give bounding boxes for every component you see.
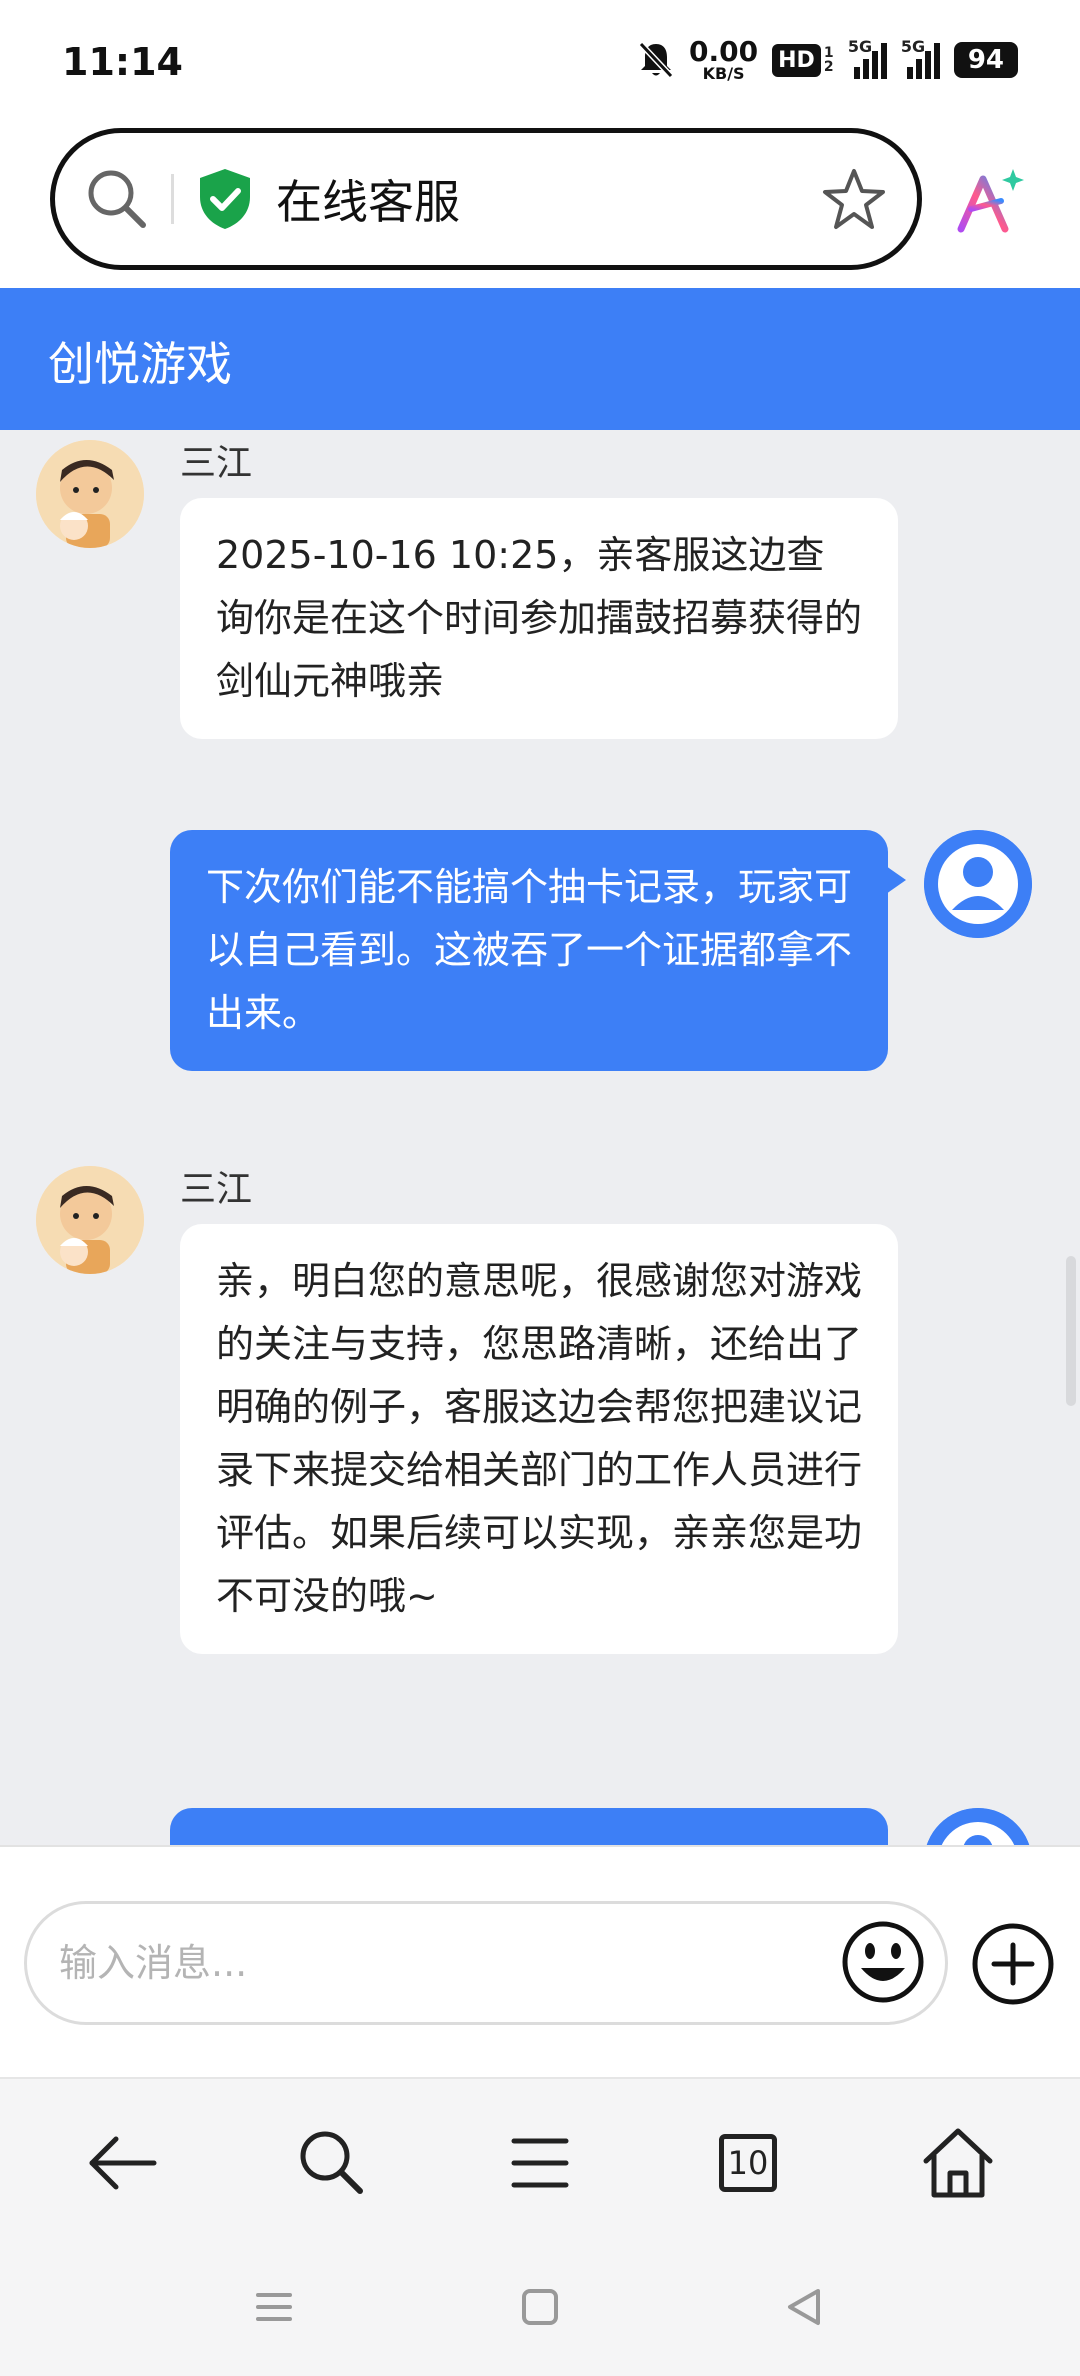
signal-icon-2: 5G <box>901 37 940 79</box>
network-speed-unit: KB/S <box>702 64 745 83</box>
signal-label-1: 5G <box>847 37 873 56</box>
chat-header: 创悦游戏 <box>0 288 1080 430</box>
mute-bell-icon <box>638 41 674 79</box>
sender-name: 三江 <box>180 1169 253 1210</box>
battery-indicator: 94 <box>953 42 1018 78</box>
emoji-icon[interactable] <box>839 1918 927 2006</box>
user-message-bubble <box>170 1808 906 1845</box>
tabs-count: 10 <box>719 2134 777 2192</box>
status-icons: 0.00 KB/S HD 1 2 5G 5G 94 <box>637 37 1018 82</box>
search-icon[interactable] <box>292 2123 372 2203</box>
menu-icon[interactable] <box>500 2123 580 2203</box>
user-avatar-icon <box>924 830 1032 938</box>
message-input-container[interactable] <box>24 1901 948 2025</box>
message-input[interactable] <box>59 1941 819 1985</box>
address-bar[interactable]: 在线客服 <box>50 128 922 270</box>
add-attachment-icon[interactable] <box>970 1921 1056 2007</box>
user-avatar[interactable] <box>924 830 1032 938</box>
agent-avatar[interactable] <box>36 440 144 548</box>
page-title[interactable]: 在线客服 <box>276 166 821 232</box>
tabs-button[interactable]: 10 <box>708 2123 788 2203</box>
browser-nav-bar: 10 <box>0 2077 1080 2245</box>
agent-message-bubble: 2025-10-16 10:25，亲客服这边查询你是在这个时间参加擂鼓招募获得的… <box>180 498 898 739</box>
status-time: 11:14 <box>62 40 183 84</box>
back-arrow-icon[interactable] <box>82 2123 162 2203</box>
user-avatar[interactable] <box>924 1808 1032 1845</box>
signal-label-2: 5G <box>900 37 926 56</box>
network-speed: 0.00 KB/S <box>689 38 758 82</box>
chat-messages[interactable]: 三江 2025-10-16 10:25，亲客服这边查询你是在这个时间参加擂鼓招募… <box>0 430 1080 1845</box>
chat-title: 创悦游戏 <box>48 337 232 391</box>
system-nav-bar <box>0 2245 1080 2376</box>
agent-avatar[interactable] <box>36 1166 144 1274</box>
search-icon[interactable] <box>85 167 149 231</box>
scrollbar[interactable] <box>1066 1256 1076 1406</box>
user-message-bubble: 下次你们能不能搞个抽卡记录，玩家可以自己看到。这被吞了一个证据都拿不出来。 <box>170 830 906 1071</box>
sender-name: 三江 <box>180 443 253 484</box>
browser-toolbar: 在线客服 <box>0 120 1080 288</box>
recent-apps-icon[interactable] <box>254 2287 294 2327</box>
home-square-icon[interactable] <box>520 2287 560 2327</box>
ai-assistant-icon[interactable] <box>955 165 1027 237</box>
hd-badge: HD <box>772 43 821 77</box>
agent-message-bubble: 亲，明白您的意思呢，很感谢您对游戏的关注与支持，您思路清晰，还给出了明确的例子，… <box>180 1224 898 1654</box>
agent-avatar-image <box>36 1166 144 1274</box>
address-divider <box>171 174 174 224</box>
hd-indicator: HD 1 2 <box>772 43 834 77</box>
agent-avatar-image <box>36 440 144 548</box>
star-icon[interactable] <box>821 167 887 231</box>
shield-check-icon[interactable] <box>196 167 254 231</box>
signal-icon-1: 5G <box>848 37 887 79</box>
message-composer <box>0 1845 1080 2077</box>
status-bar: 11:14 0.00 KB/S HD 1 2 5G 5G 94 <box>0 0 1080 120</box>
network-speed-value: 0.00 <box>689 35 759 68</box>
hd-sub: 1 2 <box>823 45 834 75</box>
user-avatar-icon <box>926 1808 1030 1845</box>
home-icon[interactable] <box>918 2123 998 2203</box>
back-triangle-icon[interactable] <box>784 2287 824 2327</box>
